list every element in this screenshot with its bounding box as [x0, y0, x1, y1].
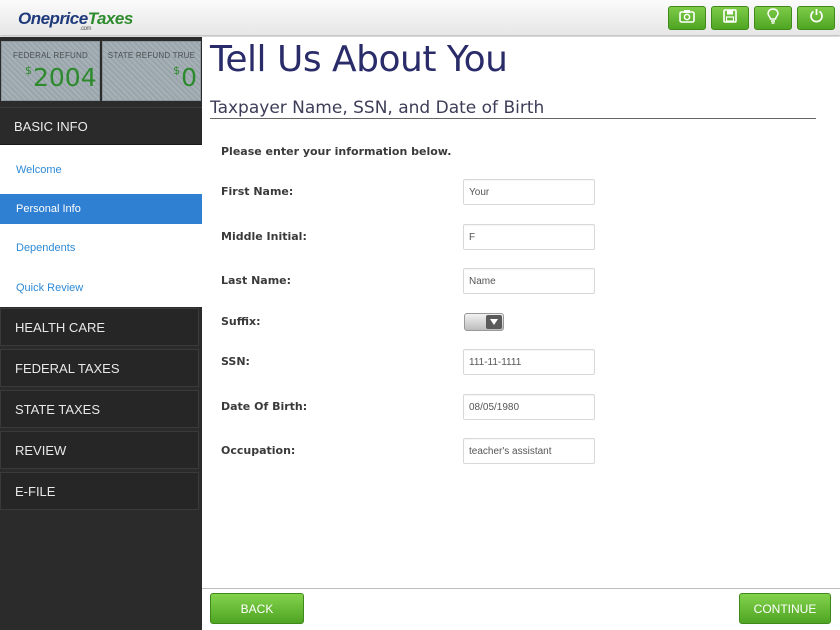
state-refund-amount: $0	[173, 63, 197, 92]
subtitle-divider	[210, 118, 816, 119]
suffix-select[interactable]	[464, 313, 504, 331]
sidebar-item-quick-review[interactable]: Quick Review	[0, 273, 202, 303]
camera-button[interactable]	[668, 6, 706, 30]
logo-suffix-text: .com	[80, 26, 92, 32]
logo-accent-text: Taxes	[87, 9, 134, 28]
dob-label: Date Of Birth:	[221, 400, 308, 413]
page-subtitle: Taxpayer Name, SSN, and Date of Birth	[210, 98, 545, 118]
save-button[interactable]	[711, 6, 749, 30]
top-bar: OnepriceTaxes .com	[0, 0, 840, 36]
state-refund-label: STATE REFUND TRUE	[107, 51, 196, 60]
sidebar: FEDERAL REFUND $2004 STATE REFUND TRUE $…	[0, 37, 202, 630]
state-refund-value: 0	[181, 63, 197, 92]
federal-refund-box: FEDERAL REFUND $2004	[1, 41, 100, 101]
floppy-disk-icon	[723, 8, 737, 28]
ssn-label: SSN:	[221, 355, 250, 368]
suffix-label: Suffix:	[221, 315, 261, 328]
sidebar-item-personal-info[interactable]: Personal Info	[0, 194, 202, 224]
sidebar-section-e-file[interactable]: E-FILE	[0, 472, 199, 510]
federal-currency-symbol: $	[25, 64, 32, 77]
page-title: Tell Us About You	[210, 39, 508, 80]
camera-icon	[679, 9, 695, 28]
form-instruction: Please enter your information below.	[221, 145, 452, 158]
last-name-label: Last Name:	[221, 274, 292, 287]
refund-panel: FEDERAL REFUND $2004 STATE REFUND TRUE $…	[0, 41, 202, 105]
tips-button[interactable]	[754, 6, 792, 30]
chevron-down-icon	[486, 315, 502, 329]
sidebar-section-basic-info[interactable]: BASIC INFO	[0, 107, 202, 145]
footer-divider	[202, 588, 840, 589]
power-button[interactable]	[797, 6, 835, 30]
federal-refund-value: 2004	[33, 63, 97, 92]
state-currency-symbol: $	[173, 64, 181, 77]
continue-button[interactable]: CONTINUE	[739, 593, 831, 624]
middle-initial-input[interactable]	[463, 224, 595, 250]
sidebar-section-federal-taxes[interactable]: FEDERAL TAXES	[0, 349, 199, 387]
sidebar-item-welcome[interactable]: Welcome	[0, 155, 202, 185]
lightbulb-icon	[767, 7, 779, 29]
occupation-input[interactable]	[463, 438, 595, 464]
sidebar-section-state-taxes[interactable]: STATE TAXES	[0, 390, 199, 428]
middle-initial-label: Middle Initial:	[221, 230, 307, 243]
federal-refund-label: FEDERAL REFUND	[13, 51, 88, 60]
ssn-input[interactable]	[463, 349, 595, 375]
first-name-label: First Name:	[221, 185, 294, 198]
app-logo: OnepriceTaxes .com	[18, 9, 134, 32]
last-name-input[interactable]	[463, 268, 595, 294]
sidebar-section-review[interactable]: REVIEW	[0, 431, 199, 469]
federal-refund-amount: $2004	[25, 63, 97, 92]
dob-input[interactable]	[463, 394, 595, 420]
basic-info-subnav: Welcome Personal Info Dependents Quick R…	[0, 145, 202, 307]
back-button[interactable]: BACK	[210, 593, 304, 624]
first-name-input[interactable]	[463, 179, 595, 205]
occupation-label: Occupation:	[221, 444, 296, 457]
main-content: Tell Us About You Taxpayer Name, SSN, an…	[202, 37, 840, 630]
power-icon	[809, 8, 824, 28]
sidebar-item-dependents[interactable]: Dependents	[0, 233, 202, 263]
sidebar-section-health-care[interactable]: HEALTH CARE	[0, 308, 199, 346]
state-refund-box: STATE REFUND TRUE $0	[102, 41, 201, 101]
logo-main-text: Oneprice	[18, 9, 88, 28]
